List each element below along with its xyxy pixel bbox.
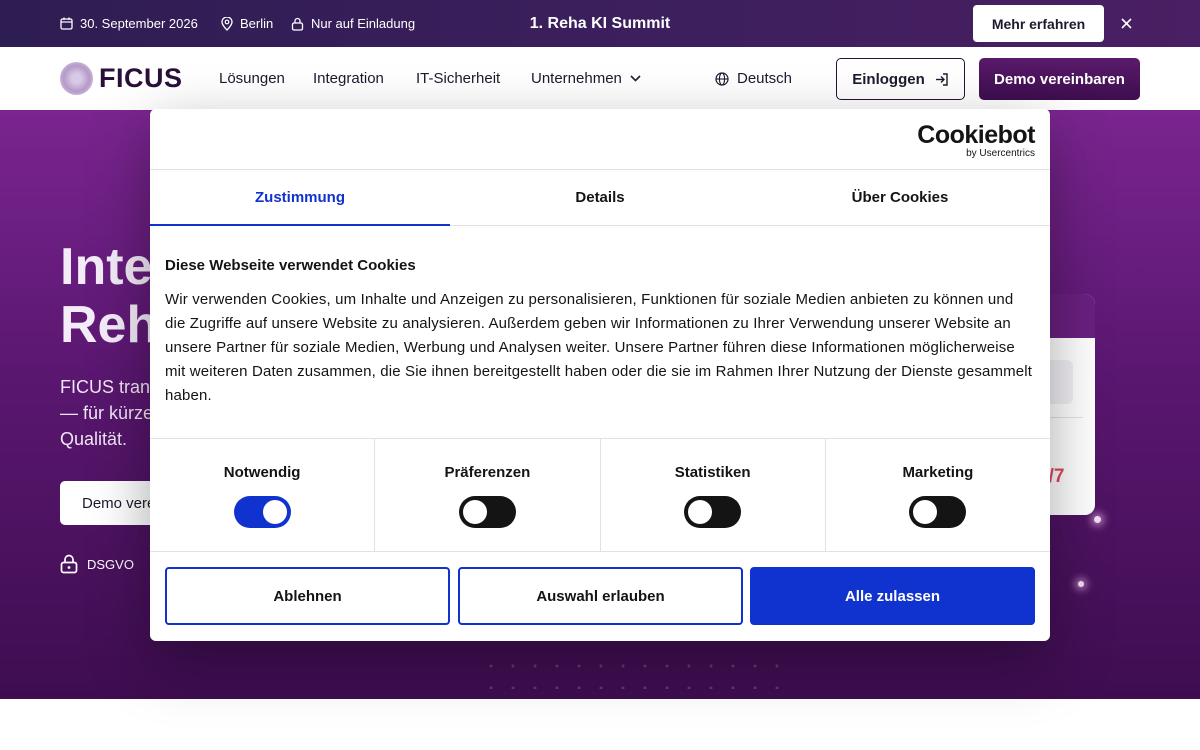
event-location-text: Berlin (240, 16, 274, 31)
category-notwendig-label: Notwendig (223, 464, 301, 481)
hero-subtitle-line1: FICUS transformiert (60, 377, 160, 397)
cookie-heading: Diese Webseite verwendet Cookies (165, 257, 416, 274)
category-marketing-label: Marketing (902, 464, 974, 481)
nav-link-loesungen[interactable]: Lösungen (219, 47, 285, 110)
hero-subtitle: FICUS transformiert — für kürzere Qualit… (60, 374, 160, 452)
close-icon (1120, 17, 1132, 29)
event-date-text: 30. September 2026 (80, 16, 198, 31)
chevron-down-icon (630, 75, 641, 82)
toggle-notwendig[interactable] (233, 496, 291, 528)
main-nav: FICUS Lösungen Integration IT-Sicherheit… (0, 47, 1200, 110)
cookie-tabs: Zustimmung Details Über Cookies (150, 169, 1050, 226)
nav-link-integration[interactable]: Integration (313, 47, 384, 110)
gdpr-badge-label: DSGVO (87, 556, 134, 572)
toggle-statistiken[interactable] (684, 496, 742, 528)
cookie-description: Wir verwenden Cookies, um Inhalte und An… (165, 291, 1033, 404)
lock-icon (60, 554, 78, 574)
category-marketing: Marketing (826, 439, 1050, 551)
tab-ueber-cookies[interactable]: Über Cookies (750, 170, 1050, 225)
category-statistiken: Statistiken (601, 439, 826, 551)
cookiebot-brand: Cookiebot (917, 121, 1035, 149)
category-praeferenzen-label: Präferenzen (444, 464, 531, 481)
lock-icon (291, 17, 304, 31)
cookie-consent-dialog: Cookiebot by Usercentrics Zustimmung Det… (150, 109, 1050, 641)
learn-more-button[interactable]: Mehr erfahren (973, 5, 1104, 42)
hero-subtitle-line3: Qualität. (60, 429, 128, 449)
language-label: Deutsch (737, 70, 793, 87)
category-praeferenzen: Präferenzen (375, 439, 601, 551)
logo-text: FICUS (99, 62, 183, 93)
event-access: Nur auf Einladung (291, 0, 415, 47)
demo-button[interactable]: Demo vereinbaren (979, 58, 1140, 100)
calendar-icon (60, 17, 73, 30)
category-notwendig: Notwendig (150, 439, 376, 551)
close-announcement-button[interactable] (1116, 13, 1136, 33)
allow-selection-button[interactable]: Auswahl erlauben (458, 567, 743, 625)
location-pin-icon (221, 16, 233, 31)
toggle-knob (262, 500, 287, 524)
nav-link-unternehmen[interactable]: Unternehmen (531, 47, 641, 110)
login-button-label: Einloggen (852, 70, 925, 88)
event-access-text: Nur auf Einladung (311, 16, 416, 31)
login-arrow-icon (935, 72, 948, 86)
allow-all-button[interactable]: Alle zulassen (750, 567, 1035, 625)
globe-icon (715, 71, 729, 86)
login-button[interactable]: Einloggen (836, 58, 965, 100)
toggle-knob (688, 500, 713, 524)
gdpr-badge: DSGVO (60, 553, 134, 575)
language-selector[interactable]: Deutsch (715, 47, 792, 110)
category-statistiken-label: Statistiken (674, 464, 751, 481)
logo-mark-icon (60, 61, 93, 95)
nav-link-unternehmen-label: Unternehmen (531, 70, 622, 87)
toggle-praeferenzen[interactable] (458, 496, 516, 528)
decorative-dot-grid (480, 655, 780, 689)
announcement-bar: 30. September 2026 Berlin Nur auf Einlad… (0, 0, 1200, 47)
nav-link-it-sicherheit[interactable]: IT-Sicherheit (416, 47, 500, 110)
tab-details[interactable]: Details (450, 170, 750, 225)
logo[interactable]: FICUS (60, 61, 183, 95)
toggle-marketing[interactable] (909, 496, 967, 528)
toggle-knob (913, 500, 938, 524)
cookiebot-brand-sub: by Usercentrics (966, 148, 1035, 159)
decline-button[interactable]: Ablehnen (165, 567, 450, 625)
hero-subtitle-line2: — für kürzere (60, 403, 160, 423)
decorative-dot (1078, 581, 1084, 587)
event-location: Berlin (221, 0, 273, 47)
cookie-category-toggles: Notwendig Präferenzen Statistiken Market… (150, 438, 1050, 552)
event-date: 30. September 2026 (60, 0, 198, 47)
cookiebot-logo: Cookiebot by Usercentrics (917, 122, 1035, 159)
toggle-knob (462, 500, 487, 524)
tab-zustimmung[interactable]: Zustimmung (150, 170, 450, 226)
decorative-dot (1094, 516, 1101, 523)
